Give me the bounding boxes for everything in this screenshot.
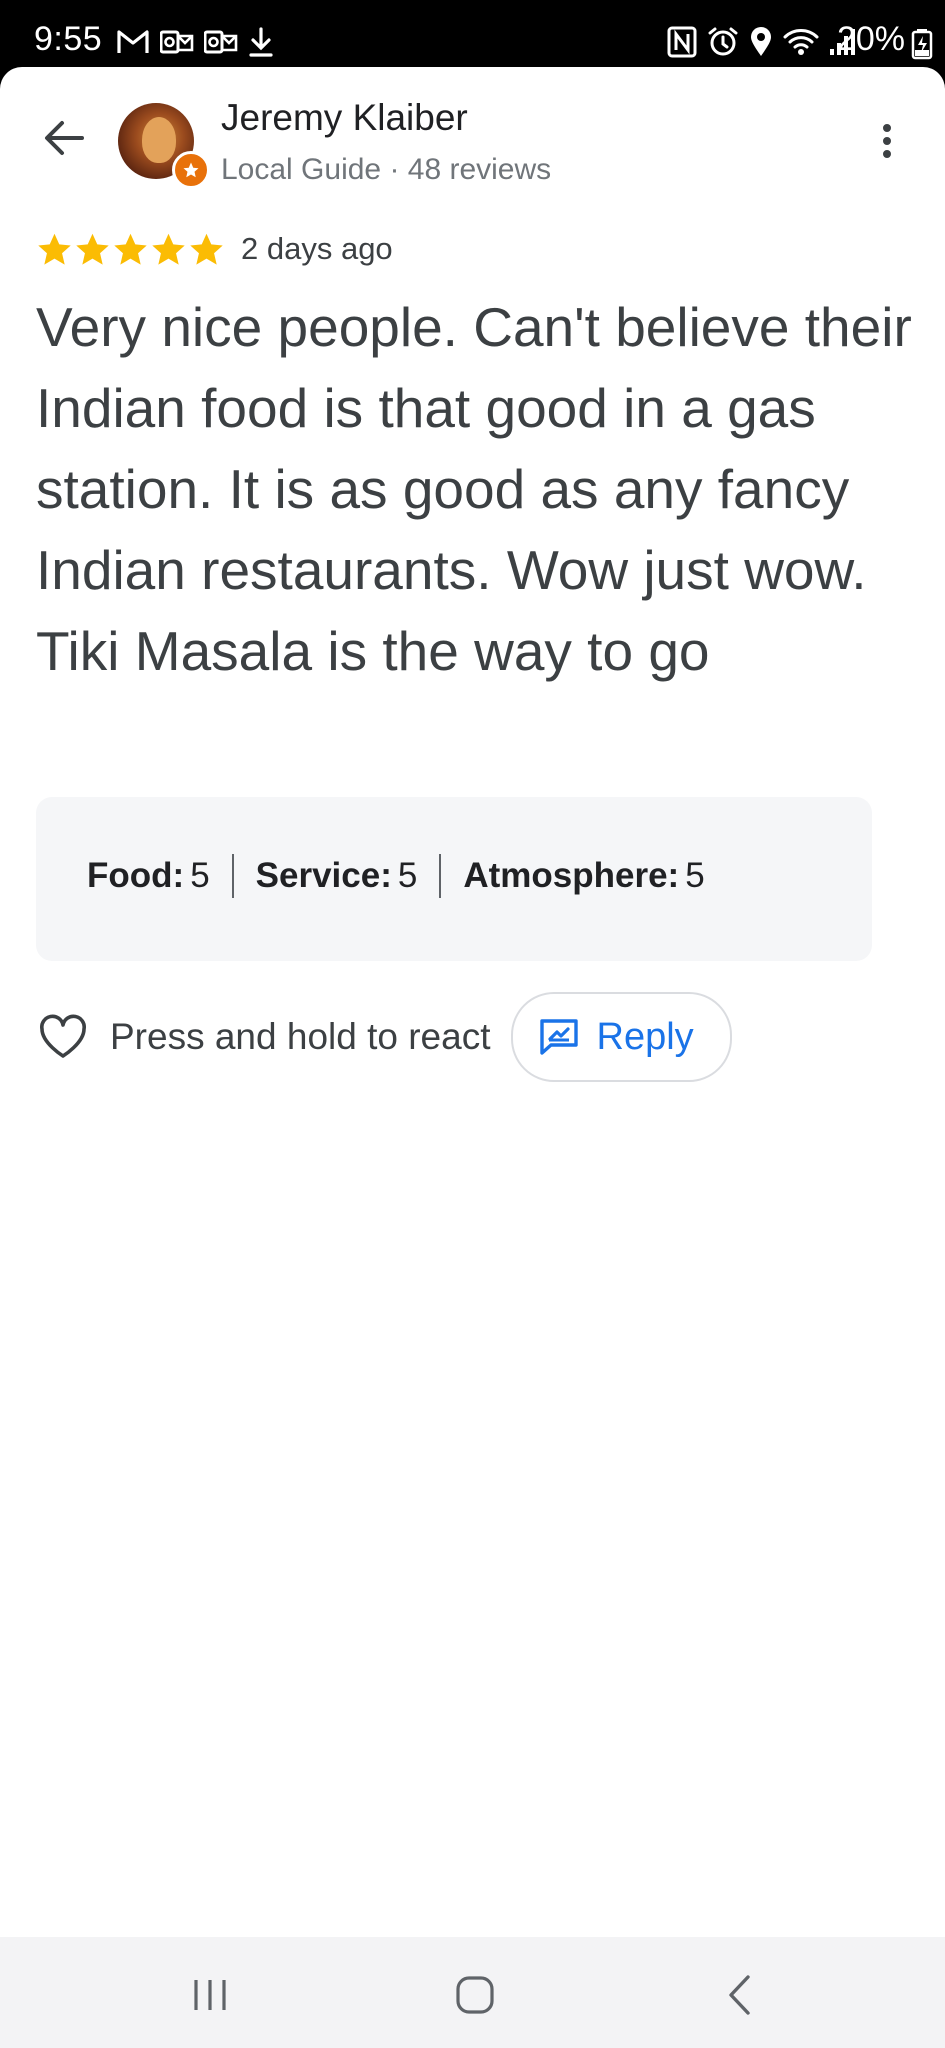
food-rating-value: 5 [190, 856, 210, 895]
star-icon [38, 233, 71, 265]
atmosphere-rating-value: 5 [685, 856, 705, 895]
avatar-image [142, 117, 176, 163]
status-bar: 9:55 20% [0, 0, 945, 70]
review-text: Very nice people. Can't believe their In… [36, 296, 912, 682]
home-icon [456, 1976, 494, 2014]
outlook-icon [204, 27, 238, 57]
actions-row: Press and hold to react Reply [38, 992, 732, 1082]
star-icon [152, 233, 185, 265]
star-icon [76, 233, 109, 265]
battery-icon [911, 28, 933, 65]
review-sheet: Jeremy Klaiber Local Guide · 48 reviews … [0, 67, 945, 1937]
reviewer-meta: Local Guide · 48 reviews [221, 153, 552, 186]
home-button[interactable] [445, 1967, 505, 2023]
nfc-icon [667, 26, 697, 58]
recent-apps-icon [194, 1980, 226, 2010]
location-icon [749, 26, 773, 58]
sub-ratings: Food: 5 Service: 5 Atmosphere: 5 [87, 854, 705, 898]
star-rating [36, 231, 225, 268]
status-time: 9:55 [34, 20, 103, 58]
react-label[interactable]: Press and hold to react [110, 1016, 491, 1058]
alarm-icon [707, 26, 739, 58]
arrow-back-icon [45, 121, 84, 155]
chevron-left-icon [729, 1975, 750, 2015]
review-date: 2 days ago [241, 231, 393, 266]
atmosphere-rating-label: Atmosphere: [463, 856, 680, 895]
rating-row: 2 days ago [36, 229, 393, 269]
reviewer-name[interactable]: Jeremy Klaiber [221, 97, 468, 139]
back-nav-button[interactable] [710, 1967, 770, 2023]
gmail-icon [116, 28, 150, 56]
wifi-icon [783, 27, 819, 57]
divider [231, 854, 234, 898]
service-rating-value: 5 [397, 856, 418, 895]
more-vert-icon [883, 124, 891, 158]
notification-icons [116, 24, 274, 60]
local-guide-badge-icon [172, 151, 210, 189]
recent-apps-button[interactable] [180, 1967, 240, 2023]
heart-icon[interactable] [38, 1014, 88, 1060]
service-rating-label: Service: [255, 856, 392, 895]
download-icon [248, 27, 274, 57]
battery-percent: 20% [836, 20, 905, 58]
star-icon [114, 233, 147, 265]
reply-icon [539, 1019, 578, 1055]
back-button[interactable] [38, 112, 90, 164]
reply-label: Reply [596, 1015, 694, 1058]
outlook-icon [160, 27, 194, 57]
food-rating-label: Food: [87, 856, 185, 895]
divider [439, 854, 442, 898]
sub-ratings-box: Food: 5 Service: 5 Atmosphere: 5 [36, 797, 872, 961]
reply-button[interactable]: Reply [510, 992, 732, 1082]
star-icon [190, 233, 223, 265]
navigation-bar [0, 1937, 945, 2048]
system-icons [667, 24, 857, 60]
more-options-button[interactable] [867, 117, 907, 165]
